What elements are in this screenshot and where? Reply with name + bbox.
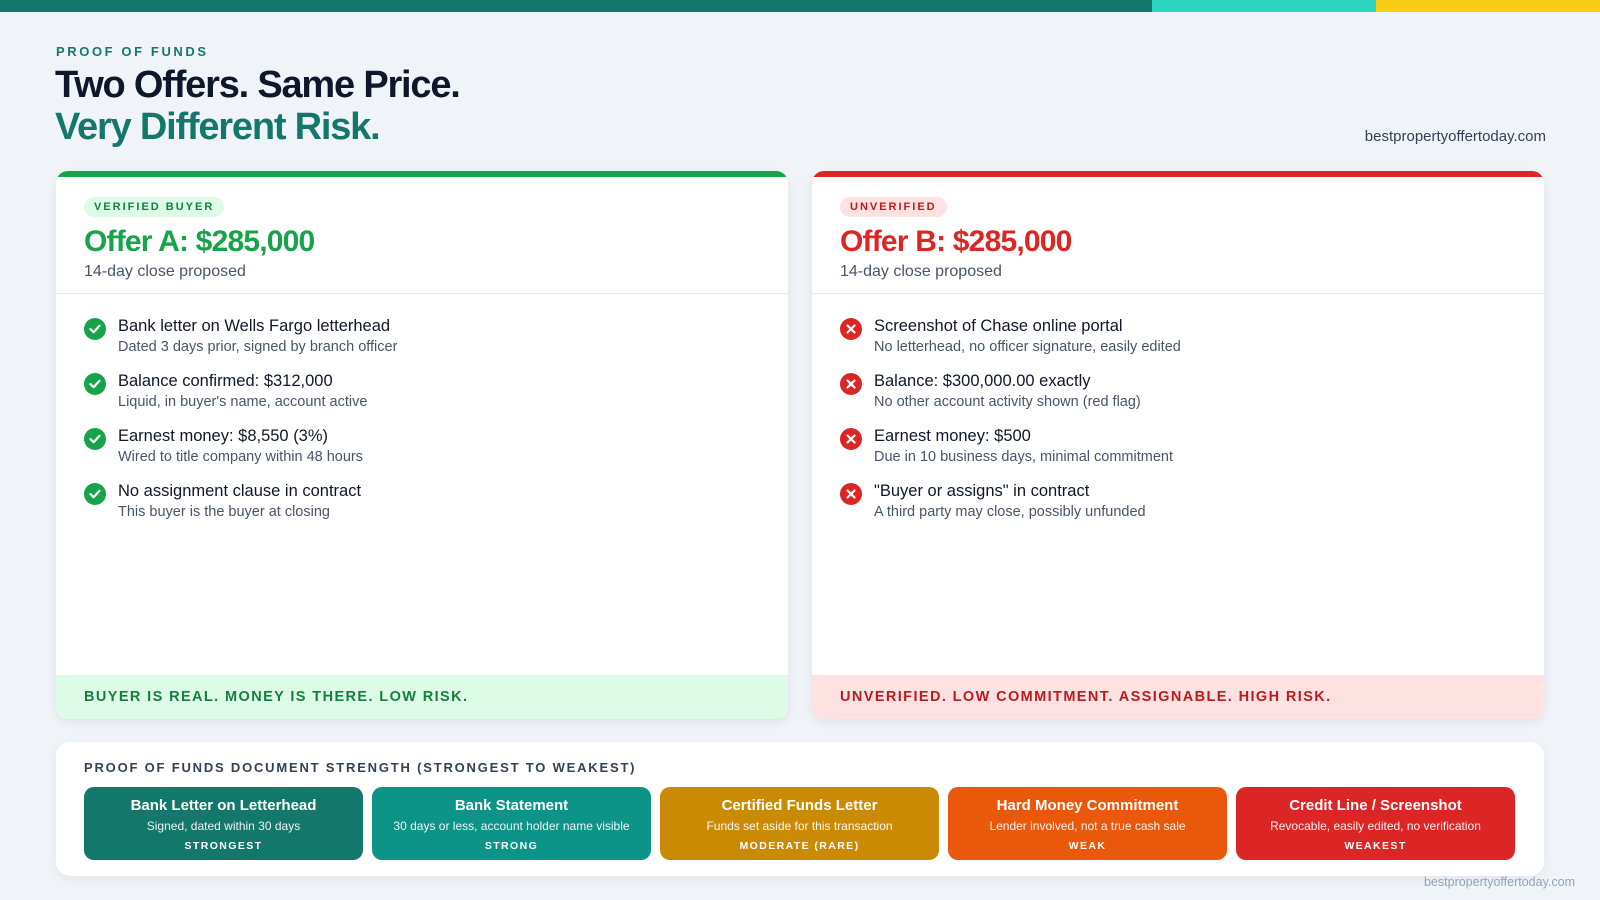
- verified-buyer-badge: VERIFIED BUYER: [84, 197, 225, 217]
- item-detail: Due in 10 business days, minimal commitm…: [874, 449, 1173, 465]
- tile-level: WEAK: [1068, 840, 1107, 852]
- top-bar-segment-teal: [0, 0, 1152, 12]
- tile-title: Hard Money Commitment: [996, 797, 1179, 814]
- x-circle-icon: [840, 483, 862, 505]
- offer-b-card: UNVERIFIED Offer B: $285,000 14-day clos…: [812, 171, 1544, 719]
- tile-description: Lender involved, not a true cash sale: [989, 819, 1186, 833]
- item-title: Balance: $300,000.00 exactly: [874, 372, 1091, 390]
- tile-title: Certified Funds Letter: [721, 797, 878, 814]
- strength-tile-credit-line: Credit Line / Screenshot Revocable, easi…: [1236, 787, 1515, 860]
- page-title-line-1: Two Offers. Same Price.: [55, 64, 461, 106]
- offer-a-header: VERIFIED BUYER Offer A: $285,000 14-day …: [56, 177, 788, 294]
- check-circle-icon: [84, 318, 106, 340]
- item-detail: Wired to title company within 48 hours: [118, 449, 363, 465]
- page-title-line-2: Very Different Risk.: [55, 106, 381, 148]
- document-strength-panel: PROOF OF FUNDS DOCUMENT STRENGTH (STRONG…: [56, 742, 1544, 876]
- list-item: No assignment clause in contract This bu…: [84, 481, 760, 536]
- top-bar-segment-aqua: [1152, 0, 1376, 12]
- item-detail: No other account activity shown (red fla…: [874, 394, 1141, 410]
- offer-b-checklist: Screenshot of Chase online portal No let…: [812, 294, 1544, 536]
- site-url: bestpropertyoffertoday.com: [1364, 128, 1546, 145]
- tile-level: STRONG: [484, 840, 539, 852]
- top-bar-segment-yellow: [1376, 0, 1600, 12]
- offer-b-verdict: UNVERIFIED. LOW COMMITMENT. ASSIGNABLE. …: [812, 675, 1544, 719]
- unverified-badge: UNVERIFIED: [840, 197, 947, 217]
- offer-a-checklist: Bank letter on Wells Fargo letterhead Da…: [56, 294, 788, 536]
- list-item: Balance confirmed: $312,000 Liquid, in b…: [84, 371, 760, 426]
- tile-title: Bank Statement: [454, 797, 569, 814]
- x-circle-icon: [840, 428, 862, 450]
- item-detail: Dated 3 days prior, signed by branch off…: [118, 339, 398, 355]
- list-item: "Buyer or assigns" in contract A third p…: [840, 481, 1516, 536]
- eyebrow-label: PROOF OF FUNDS: [56, 44, 209, 59]
- strength-tile-hard-money: Hard Money Commitment Lender involved, n…: [948, 787, 1227, 860]
- tile-description: Signed, dated within 30 days: [146, 819, 301, 833]
- item-title: Balance confirmed: $312,000: [118, 372, 333, 390]
- offer-b-title: Offer B: $285,000: [840, 225, 1072, 258]
- tile-level: STRONGEST: [184, 840, 263, 852]
- tile-level: WEAKEST: [1344, 840, 1407, 852]
- tile-title: Credit Line / Screenshot: [1289, 797, 1462, 814]
- item-title: Earnest money: $500: [874, 427, 1031, 445]
- list-item: Balance: $300,000.00 exactly No other ac…: [840, 371, 1516, 426]
- tile-description: Funds set aside for this transaction: [706, 819, 893, 833]
- check-circle-icon: [84, 483, 106, 505]
- item-title: Screenshot of Chase online portal: [874, 317, 1123, 335]
- strength-tile-bank-letter: Bank Letter on Letterhead Signed, dated …: [84, 787, 363, 860]
- top-accent-bar: [0, 0, 1600, 12]
- offer-a-subtitle: 14-day close proposed: [84, 263, 246, 280]
- tile-title: Bank Letter on Letterhead: [130, 797, 317, 814]
- x-circle-icon: [840, 318, 862, 340]
- list-item: Earnest money: $500 Due in 10 business d…: [840, 426, 1516, 481]
- tile-description: Revocable, easily edited, no verificatio…: [1270, 819, 1481, 833]
- check-circle-icon: [84, 428, 106, 450]
- check-circle-icon: [84, 373, 106, 395]
- footer-site-url: bestpropertyoffertoday.com: [1423, 875, 1575, 889]
- offer-b-subtitle: 14-day close proposed: [840, 263, 1002, 280]
- list-item: Screenshot of Chase online portal No let…: [840, 316, 1516, 371]
- item-detail: No letterhead, no officer signature, eas…: [874, 339, 1181, 355]
- item-title: No assignment clause in contract: [118, 482, 362, 500]
- strength-panel-title: PROOF OF FUNDS DOCUMENT STRENGTH (STRONG…: [84, 760, 637, 775]
- list-item: Earnest money: $8,550 (3%) Wired to titl…: [84, 426, 760, 481]
- item-title: Bank letter on Wells Fargo letterhead: [118, 317, 391, 335]
- item-detail: This buyer is the buyer at closing: [118, 504, 330, 520]
- offer-a-card: VERIFIED BUYER Offer A: $285,000 14-day …: [56, 171, 788, 719]
- strength-scale: Bank Letter on Letterhead Signed, dated …: [84, 787, 1515, 860]
- item-title: Earnest money: $8,550 (3%): [118, 427, 329, 445]
- tile-level: MODERATE (RARE): [739, 840, 860, 852]
- offer-b-header: UNVERIFIED Offer B: $285,000 14-day clos…: [812, 177, 1544, 294]
- item-detail: Liquid, in buyer's name, account active: [118, 394, 368, 410]
- tile-description: 30 days or less, account holder name vis…: [393, 819, 630, 833]
- strength-tile-bank-statement: Bank Statement 30 days or less, account …: [372, 787, 651, 860]
- offer-a-title: Offer A: $285,000: [84, 225, 315, 258]
- x-circle-icon: [840, 373, 862, 395]
- offer-a-verdict: BUYER IS REAL. MONEY IS THERE. LOW RISK.: [56, 675, 788, 719]
- list-item: Bank letter on Wells Fargo letterhead Da…: [84, 316, 760, 371]
- item-title: "Buyer or assigns" in contract: [874, 482, 1090, 500]
- strength-tile-certified-funds: Certified Funds Letter Funds set aside f…: [660, 787, 939, 860]
- item-detail: A third party may close, possibly unfund…: [874, 504, 1146, 520]
